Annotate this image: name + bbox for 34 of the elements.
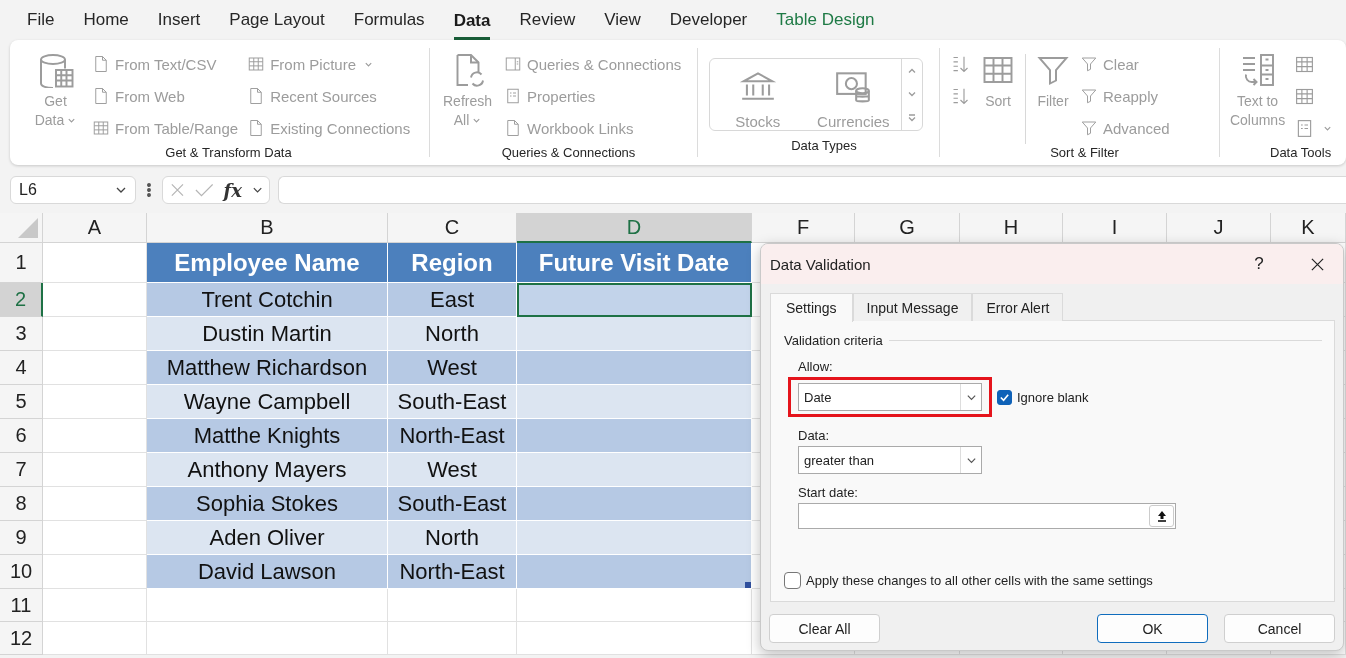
table-cell: Dustin Martin (147, 317, 388, 351)
section-title: Validation criteria (784, 333, 883, 348)
table-cell: North-East (388, 555, 517, 589)
table-cell: North (388, 317, 517, 351)
group-label: Queries & Connections (500, 144, 637, 162)
table-header-cell: Employee Name (147, 243, 388, 283)
table-cell: South-East (388, 385, 517, 419)
field-label: Start date: (798, 485, 859, 500)
table-header-cell: Region (388, 243, 517, 283)
table-cell: Matthe Knights (147, 419, 388, 453)
group-label: Data Tools (1269, 144, 1333, 162)
checkbox-label: Apply these changes to all other cells with the same settings (806, 573, 1153, 588)
cell-reference: L6 (19, 181, 37, 199)
table-cell: Aden Oliver (147, 521, 388, 555)
table-cell: North-East (388, 419, 517, 453)
group-label: Get & Transform Data (164, 144, 293, 162)
table-cell: Sophia Stokes (147, 487, 388, 521)
table-cell: East (388, 283, 517, 317)
table-cell: Wayne Campbell (147, 385, 388, 419)
table-header-cell: Future Visit Date (517, 243, 752, 283)
table-cell: West (388, 453, 517, 487)
group-label: Sort & Filter (1049, 144, 1120, 162)
group-label: Data Types (790, 137, 858, 155)
table-cell: West (388, 351, 517, 385)
field-label: Allow: (798, 359, 834, 374)
table-cell: Matthew Richardson (147, 351, 388, 385)
checkbox-label: Ignore blank (1017, 389, 1089, 405)
table-cell: David Lawson (147, 555, 388, 589)
table-cell: Trent Cotchin (147, 283, 388, 317)
table-cell: South-East (388, 487, 517, 521)
field-label: Data: (798, 428, 831, 443)
table-cell: Anthony Mayers (147, 453, 388, 487)
table-cell: North (388, 521, 517, 555)
dialog-title: Data Validation (770, 255, 872, 273)
